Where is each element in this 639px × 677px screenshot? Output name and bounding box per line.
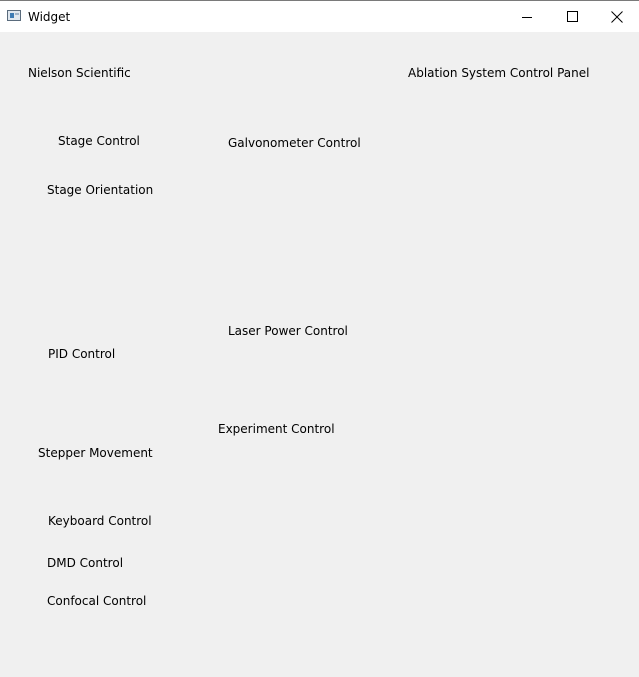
stage-orientation-label: Stage Orientation (47, 183, 154, 197)
laser-power-control-label: Laser Power Control (228, 324, 348, 338)
close-button[interactable] (594, 1, 639, 32)
galvanometer-control-label: Galvonometer Control (228, 136, 361, 150)
confocal-control-label: Confocal Control (47, 594, 147, 608)
pid-control-label: PID Control (48, 347, 116, 361)
main-window: Widget Nielson Scientific Ablation Syste… (0, 0, 639, 677)
maximize-button[interactable] (550, 1, 596, 32)
minimize-button[interactable] (504, 1, 550, 32)
window-title: Widget (28, 10, 71, 24)
maximize-icon (567, 11, 578, 22)
stepper-movement-label: Stepper Movement (38, 446, 153, 460)
close-icon (611, 11, 623, 23)
panel-title-label: Ablation System Control Panel (408, 66, 590, 80)
stage-control-label: Stage Control (58, 134, 140, 148)
experiment-control-label: Experiment Control (218, 422, 335, 436)
app-window-icon (7, 10, 21, 21)
title-bar[interactable]: Widget (0, 1, 639, 32)
dmd-control-label: DMD Control (47, 556, 124, 570)
minimize-icon (522, 17, 532, 18)
company-label: Nielson Scientific (28, 66, 131, 80)
keyboard-control-label: Keyboard Control (48, 514, 152, 528)
